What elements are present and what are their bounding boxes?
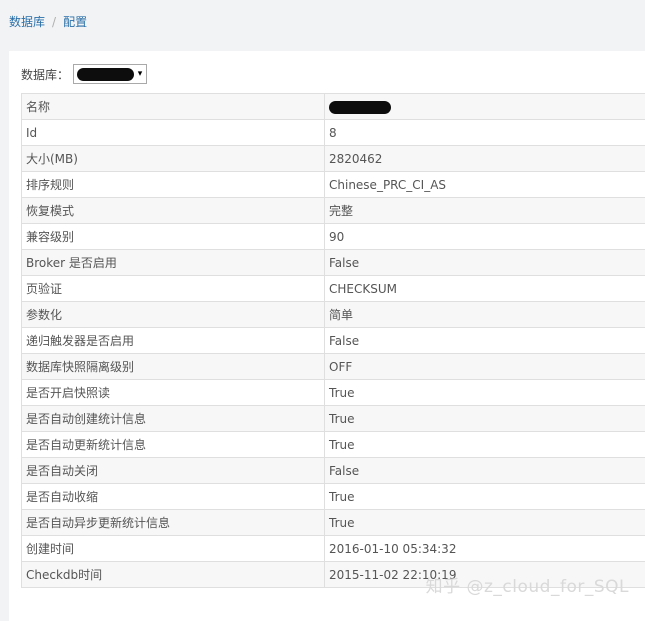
property-name-cell: 是否自动收缩 bbox=[22, 484, 325, 510]
property-value-cell: False bbox=[325, 328, 645, 354]
breadcrumb-config-link[interactable]: 配置 bbox=[63, 13, 87, 30]
property-value-cell: 完整 bbox=[325, 198, 645, 224]
config-panel: 数据库： redacted ▾ 名称 redacted Id8大小(MB)28204… bbox=[9, 51, 645, 621]
property-name-cell: 数据库快照隔离级别 bbox=[22, 354, 325, 380]
property-name-cell: 恢复模式 bbox=[22, 198, 325, 224]
property-value-cell: 2016-01-10 05:34:32 bbox=[325, 536, 645, 562]
table-row: 恢复模式完整 bbox=[22, 198, 645, 224]
property-name-cell: Checkdb时间 bbox=[22, 562, 325, 588]
property-value-cell: redacted bbox=[325, 94, 645, 120]
property-name-cell: 是否自动更新统计信息 bbox=[22, 432, 325, 458]
property-value-cell: False bbox=[325, 458, 645, 484]
table-row: 是否自动收缩True bbox=[22, 484, 645, 510]
property-name-cell: 名称 bbox=[22, 94, 325, 120]
property-name-cell: 大小(MB) bbox=[22, 146, 325, 172]
table-row: 页验证CHECKSUM bbox=[22, 276, 645, 302]
database-selector-label: 数据库： bbox=[21, 66, 69, 83]
property-name-cell: 是否自动关闭 bbox=[22, 458, 325, 484]
table-row: 兼容级别90 bbox=[22, 224, 645, 250]
table-row: 参数化简单 bbox=[22, 302, 645, 328]
property-name-cell: 是否自动创建统计信息 bbox=[22, 406, 325, 432]
table-row: 排序规则Chinese_PRC_CI_AS bbox=[22, 172, 645, 198]
breadcrumb-separator: / bbox=[52, 15, 56, 29]
table-row: 是否开启快照读True bbox=[22, 380, 645, 406]
property-value-cell: 90 bbox=[325, 224, 645, 250]
database-select-value-redacted: redacted bbox=[77, 68, 134, 81]
property-value-cell: 8 bbox=[325, 120, 645, 146]
chevron-down-icon: ▾ bbox=[134, 69, 146, 79]
watermark-text: 知乎 @z_cloud_for_SQL bbox=[426, 572, 629, 597]
property-name-cell: Broker 是否启用 bbox=[22, 250, 325, 276]
breadcrumb-database-link[interactable]: 数据库 bbox=[9, 13, 45, 30]
database-select[interactable]: redacted ▾ bbox=[73, 64, 147, 84]
property-name-cell: 是否自动异步更新统计信息 bbox=[22, 510, 325, 536]
table-row: 数据库快照隔离级别OFF bbox=[22, 354, 645, 380]
property-value-cell: True bbox=[325, 406, 645, 432]
database-properties-table: 名称 redacted Id8大小(MB)2820462排序规则Chinese_PR… bbox=[21, 93, 645, 588]
table-row: Id8 bbox=[22, 120, 645, 146]
property-value-cell: Chinese_PRC_CI_AS bbox=[325, 172, 645, 198]
property-name-cell: 创建时间 bbox=[22, 536, 325, 562]
property-name-cell: 页验证 bbox=[22, 276, 325, 302]
table-row: 递归触发器是否启用False bbox=[22, 328, 645, 354]
property-value-cell: 简单 bbox=[325, 302, 645, 328]
table-row: 名称 redacted bbox=[22, 94, 645, 120]
table-row: 是否自动异步更新统计信息True bbox=[22, 510, 645, 536]
property-name-cell: 是否开启快照读 bbox=[22, 380, 325, 406]
property-value-cell: True bbox=[325, 380, 645, 406]
table-row: Broker 是否启用False bbox=[22, 250, 645, 276]
breadcrumb: 数据库 / 配置 bbox=[9, 13, 87, 30]
property-value-cell: 2820462 bbox=[325, 146, 645, 172]
property-value-cell: True bbox=[325, 510, 645, 536]
property-value-cell: True bbox=[325, 484, 645, 510]
database-selector-row: 数据库： redacted ▾ bbox=[21, 64, 147, 84]
property-value-cell: False bbox=[325, 250, 645, 276]
property-value-cell: CHECKSUM bbox=[325, 276, 645, 302]
property-name-cell: Id bbox=[22, 120, 325, 146]
table-row: 大小(MB)2820462 bbox=[22, 146, 645, 172]
property-value-cell: OFF bbox=[325, 354, 645, 380]
property-name-cell: 参数化 bbox=[22, 302, 325, 328]
table-row: 是否自动关闭False bbox=[22, 458, 645, 484]
property-value-cell: True bbox=[325, 432, 645, 458]
table-row: 是否自动创建统计信息True bbox=[22, 406, 645, 432]
redacted-name-value: redacted bbox=[329, 101, 391, 114]
property-name-cell: 递归触发器是否启用 bbox=[22, 328, 325, 354]
table-row: 创建时间2016-01-10 05:34:32 bbox=[22, 536, 645, 562]
property-name-cell: 排序规则 bbox=[22, 172, 325, 198]
table-row: 是否自动更新统计信息True bbox=[22, 432, 645, 458]
property-name-cell: 兼容级别 bbox=[22, 224, 325, 250]
